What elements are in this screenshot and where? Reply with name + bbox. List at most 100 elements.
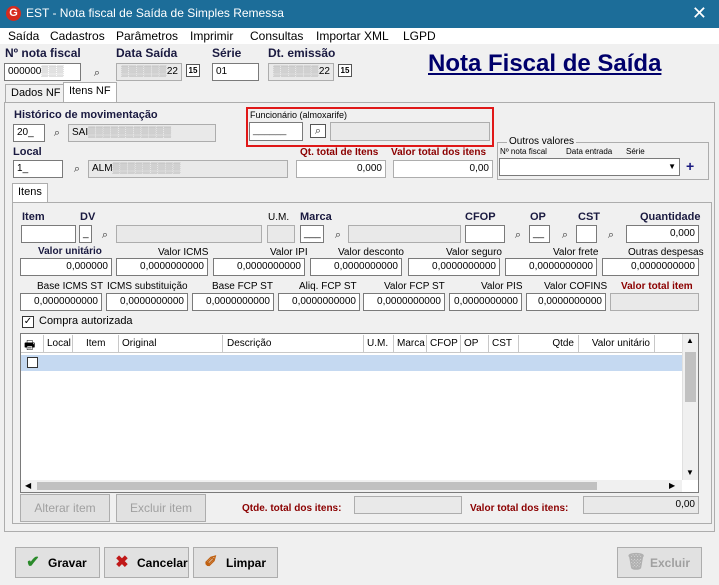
menu-imprimir[interactable]: Imprimir	[190, 29, 233, 43]
historico-desc-field: SAI▒▒▒▒▒▒▒▒▒▒▒	[68, 124, 216, 142]
base-fcp-st-field[interactable]: 0,0000000000	[192, 293, 274, 311]
valor-unitario-label: Valor unitário	[38, 246, 102, 257]
local-code-field[interactable]: 1_	[13, 160, 63, 178]
binoculars-icon[interactable]: ⌕	[604, 229, 618, 241]
calendar-icon[interactable]: 15	[186, 64, 200, 77]
outros-valores-dropdown[interactable]: ▼	[499, 158, 680, 176]
binoculars-icon[interactable]: ⌕	[558, 229, 572, 241]
valor-icms-field[interactable]: 0,0000000000	[116, 258, 208, 276]
op-field[interactable]: __	[529, 225, 550, 243]
valor-fcp-st-label: Valor FCP ST	[384, 281, 445, 292]
icms-substituicao-field[interactable]: 0,0000000000	[106, 293, 188, 311]
tab-itens-nf[interactable]: Itens NF	[63, 82, 117, 103]
table-row[interactable]	[21, 355, 682, 371]
outros-valores-label: Outros valores	[507, 136, 577, 147]
dv-field[interactable]: _	[79, 225, 92, 243]
marca-desc-field	[348, 225, 461, 243]
compra-autorizada-checkbox[interactable]: ✓	[22, 316, 34, 328]
quantidade-field[interactable]: 0,000	[626, 225, 699, 243]
excluir-item-button[interactable]: Excluir item	[116, 494, 206, 522]
menu-saida[interactable]: Saída	[8, 29, 39, 43]
horizontal-scrollbar[interactable]: ◀ ▶	[21, 480, 682, 492]
col-original[interactable]: Original	[119, 335, 223, 353]
binoculars-icon[interactable]: ⌕	[98, 229, 112, 241]
valor-frete-label: Valor frete	[553, 247, 599, 258]
x-icon: ✖	[115, 554, 129, 571]
binoculars-icon[interactable]: ⌕	[511, 229, 525, 241]
funcionario-desc-field	[330, 122, 490, 141]
col-cst[interactable]: CST	[489, 335, 519, 353]
binoculars-icon[interactable]: ⌕	[310, 124, 326, 138]
col-cfop[interactable]: CFOP	[427, 335, 461, 353]
col-valor-unitario[interactable]: Valor unitário	[579, 335, 655, 353]
col-descricao[interactable]: Descrição	[224, 335, 364, 353]
col-qtde[interactable]: Qtde	[519, 335, 579, 353]
chevron-up-icon[interactable]: ▲	[686, 336, 694, 345]
menu-importar-xml[interactable]: Importar XML	[316, 29, 389, 43]
valor-total-item-field	[610, 293, 699, 311]
data-saida-field[interactable]: ▒▒▒▒▒▒22	[116, 63, 182, 81]
chevron-left-icon[interactable]: ◀	[25, 481, 31, 490]
close-icon[interactable]: ✕	[692, 3, 707, 23]
chevron-down-icon: ▼	[668, 162, 676, 171]
col-um[interactable]: U.M.	[364, 335, 394, 353]
binoculars-icon[interactable]: ⌕	[331, 229, 345, 241]
binoculars-icon[interactable]: ⌕	[50, 127, 64, 139]
valor-frete-field[interactable]: 0,0000000000	[505, 258, 597, 276]
valor-cofins-field[interactable]: 0,0000000000	[526, 293, 606, 311]
tab-dados-nf[interactable]: Dados NF	[5, 84, 67, 103]
chevron-right-icon[interactable]: ▶	[669, 481, 675, 490]
aliq-fcp-st-field[interactable]: 0,0000000000	[278, 293, 360, 311]
col-item[interactable]: Item	[83, 335, 119, 353]
valor-cofins-label: Valor COFINS	[544, 281, 608, 292]
outras-despesas-field[interactable]: 0,0000000000	[602, 258, 699, 276]
qt-total-label: Qt. total de Itens	[300, 147, 379, 158]
col-local[interactable]: Local	[43, 335, 73, 353]
valor-pis-field[interactable]: 0,0000000000	[449, 293, 522, 311]
nota-fiscal-field[interactable]: 000000▒▒▒	[4, 63, 81, 81]
menu-consultas[interactable]: Consultas	[250, 29, 303, 43]
tab-itens[interactable]: Itens	[12, 183, 48, 203]
valor-seguro-field[interactable]: 0,0000000000	[408, 258, 500, 276]
binoculars-icon[interactable]: ⌕	[70, 163, 84, 175]
cfop-label: CFOP	[465, 211, 496, 223]
funcionario-field[interactable]: ______	[249, 122, 303, 141]
cfop-field[interactable]	[465, 225, 505, 243]
dt-emissao-label: Dt. emissão	[268, 46, 336, 60]
dt-emissao-field[interactable]: ▒▒▒▒▒▒22	[268, 63, 334, 81]
alterar-item-button[interactable]: Alterar item	[20, 494, 110, 522]
cancelar-button[interactable]: ✖ Cancelar	[104, 547, 189, 578]
valor-unitario-field[interactable]: 0,000000	[20, 258, 112, 276]
historico-code-field[interactable]: 20_	[13, 124, 45, 142]
valor-fcp-st-field[interactable]: 0,0000000000	[363, 293, 445, 311]
valor-ipi-field[interactable]: 0,0000000000	[213, 258, 305, 276]
vertical-scrollbar[interactable]: ▲ ▼	[682, 334, 698, 480]
menu-parametros[interactable]: Parâmetros	[116, 29, 178, 43]
menu-cadastros[interactable]: Cadastros	[50, 29, 105, 43]
cst-field[interactable]	[576, 225, 597, 243]
valor-desconto-field[interactable]: 0,0000000000	[310, 258, 402, 276]
base-icms-st-field[interactable]: 0,0000000000	[20, 293, 102, 311]
col-op[interactable]: OP	[461, 335, 489, 353]
gravar-button[interactable]: ✔ Gravar	[15, 547, 100, 578]
menu-lgpd[interactable]: LGPD	[403, 29, 436, 43]
base-fcp-st-label: Base FCP ST	[212, 281, 273, 292]
excluir-button[interactable]: 🗑 Excluir	[617, 547, 702, 578]
printer-icon[interactable]: 🖶	[24, 336, 35, 357]
item-field[interactable]	[21, 225, 76, 243]
um-label: U.M.	[268, 212, 290, 223]
chevron-down-icon[interactable]: ▼	[686, 468, 694, 477]
add-icon[interactable]: +	[686, 158, 694, 174]
um-field	[267, 225, 295, 243]
binoculars-icon[interactable]: ⌕	[90, 67, 104, 79]
scroll-thumb[interactable]	[685, 352, 696, 402]
col-marca[interactable]: Marca	[394, 335, 427, 353]
row-checkbox[interactable]	[27, 357, 38, 368]
marca-field[interactable]: ___	[300, 225, 324, 243]
calendar-icon[interactable]: 15	[338, 64, 352, 77]
serie-field[interactable]: 01	[212, 63, 259, 81]
scroll-thumb[interactable]	[37, 482, 597, 490]
limpar-button[interactable]: ✐ Limpar	[193, 547, 278, 578]
outros-col-nota: Nº nota fiscal	[500, 147, 547, 156]
valor-ipi-label: Valor IPI	[270, 247, 308, 258]
